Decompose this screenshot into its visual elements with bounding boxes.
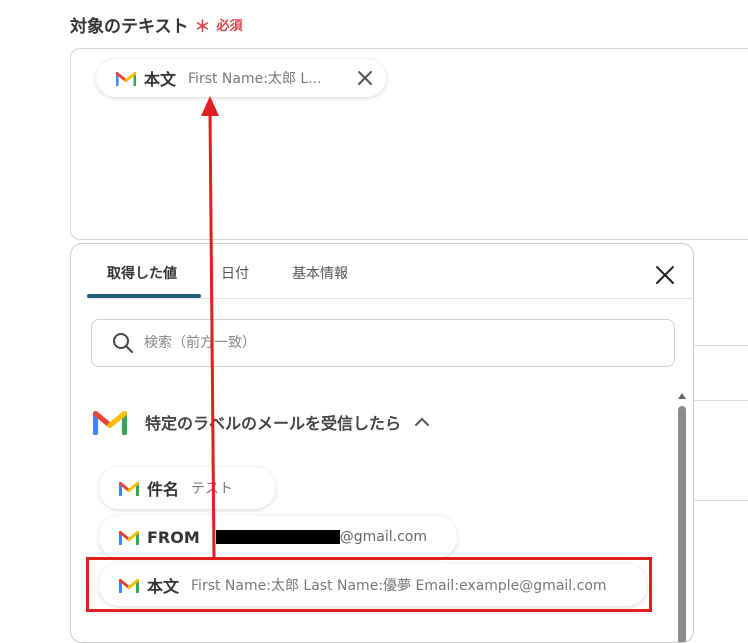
gmail-icon	[119, 530, 139, 545]
tab-bar: 取得した値 日付 基本情報	[87, 244, 693, 299]
background-divider	[694, 400, 748, 401]
redaction-bar	[215, 530, 340, 544]
field-label: 対象のテキスト ＊ 必須	[70, 12, 243, 38]
chip-name: FROM	[147, 527, 200, 547]
chip-name: 本文	[144, 70, 177, 89]
field-label-text: 対象のテキスト	[70, 17, 189, 37]
gmail-icon	[116, 71, 136, 86]
value-chip-from[interactable]: FROM @gmail.com	[99, 516, 457, 558]
scrollbar-thumb[interactable]	[678, 406, 686, 642]
required-text: 必須	[216, 19, 243, 34]
tab-basic-info[interactable]: 基本情報	[292, 263, 348, 283]
chip-value: テスト	[191, 481, 234, 497]
scrollbar[interactable]	[675, 392, 689, 642]
chip-name: 件名	[147, 480, 180, 499]
close-icon[interactable]	[655, 265, 675, 285]
value-chip-subject[interactable]: 件名 テスト	[99, 467, 275, 509]
tab-date[interactable]: 日付	[221, 263, 249, 283]
selected-value-chip[interactable]: 本文 First Name:太郎 L...	[96, 59, 386, 97]
annotation-highlight-box	[86, 557, 652, 612]
search-input[interactable]	[142, 334, 626, 352]
required-mark: ＊	[194, 16, 211, 36]
chip-value: First Name:太郎 L...	[188, 71, 322, 87]
tab-acquired-values[interactable]: 取得した値	[107, 263, 177, 283]
chevron-up-icon[interactable]	[415, 417, 430, 427]
search-box[interactable]	[91, 319, 675, 367]
background-divider	[694, 500, 748, 501]
chip-value: @gmail.com	[339, 529, 428, 545]
search-icon	[113, 333, 133, 353]
active-tab-indicator	[87, 294, 201, 298]
gmail-icon	[119, 481, 139, 496]
section-header[interactable]: 特定のラベルのメールを受信したら	[93, 409, 430, 435]
gmail-icon	[93, 410, 127, 435]
background-divider	[694, 345, 748, 346]
remove-chip-icon[interactable]	[356, 69, 374, 87]
scroll-up-icon[interactable]	[678, 392, 686, 400]
section-title: 特定のラベルのメールを受信したら	[145, 414, 402, 433]
